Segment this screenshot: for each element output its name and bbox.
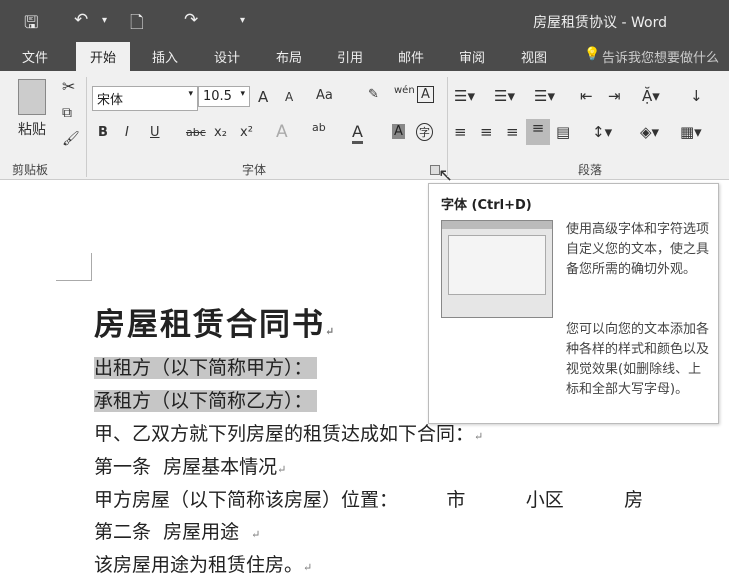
tab-layout[interactable]: 布局 [276, 47, 302, 66]
justify-icon[interactable]: ≡ [526, 119, 550, 145]
paragraph-group-label: 段落 [578, 163, 603, 177]
chinese-layout-icon[interactable]: Ặ▾ [642, 87, 660, 105]
format-painter-icon[interactable]: 🖌 [62, 131, 80, 147]
font-size-select[interactable]: 10.5 ▾ [198, 86, 250, 107]
highlight-color-button[interactable]: ab [312, 121, 326, 134]
clear-formatting-icon[interactable]: ✎ [368, 87, 379, 102]
decrease-indent-icon[interactable]: ⇤ [580, 87, 593, 105]
sort-icon[interactable]: ↓ [690, 87, 703, 105]
tab-file[interactable]: 文件 [22, 47, 48, 66]
superscript-button[interactable]: x² [240, 125, 253, 140]
undo-dropdown-icon[interactable]: ▾ [102, 15, 107, 26]
phonetic-guide-button[interactable]: wén [394, 85, 415, 96]
new-document-icon[interactable]: 🗋 [130, 10, 144, 39]
character-shading-button[interactable]: A [392, 124, 405, 139]
borders-icon[interactable]: ▦▾ [680, 123, 702, 141]
redo-icon[interactable]: ↷ [184, 10, 198, 30]
customize-toolbar-icon[interactable]: ▾ [240, 15, 245, 26]
change-case-button[interactable]: Aa [316, 88, 333, 103]
subscript-button[interactable]: x₂ [214, 125, 227, 140]
window-title: 房屋租赁协议 - Word [533, 15, 667, 31]
underline-button[interactable]: U [150, 125, 160, 140]
paste-button[interactable]: 粘贴 [18, 119, 46, 139]
tab-mailings[interactable]: 邮件 [398, 47, 424, 66]
numbering-icon[interactable]: ☰▾ [494, 87, 515, 105]
enclose-characters-button[interactable]: 字 [416, 123, 433, 141]
grow-font-button[interactable]: A [258, 88, 268, 106]
font-color-button[interactable]: A [352, 122, 363, 144]
character-border-button[interactable]: A [417, 86, 434, 103]
tab-design[interactable]: 设计 [214, 47, 240, 66]
align-right-icon[interactable]: ≡ [506, 123, 519, 141]
undo-icon[interactable]: ↶ [74, 10, 88, 30]
tab-review[interactable]: 审阅 [459, 47, 485, 66]
distributed-icon[interactable]: ▤ [556, 123, 570, 141]
doc-line: 第二条 房屋用途 ↵ [94, 521, 261, 543]
font-dialog-preview-image [441, 220, 553, 318]
doc-line: 甲、乙双方就下列房屋的租赁达成如下合同：↵ [94, 423, 484, 445]
bold-button[interactable]: B [98, 125, 108, 140]
font-tooltip: 字体 (Ctrl+D) 使用高级字体和字符选项自定义您的文本，使之具备您所需的确… [428, 183, 719, 424]
doc-line: 出租方（以下简称甲方）： [94, 353, 317, 380]
ribbon: 粘贴 ✂ ⧉ 🖌 剪贴板 宋体 ▾ 10.5 ▾ A A Aa ✎ wén A B … [0, 71, 729, 186]
tooltip-title: 字体 (Ctrl+D) [441, 198, 532, 213]
increase-indent-icon[interactable]: ⇥ [608, 87, 621, 105]
title-bar: 🖫 ↶ ▾ 🗋 ↷ ▾ 房屋租赁协议 - Word [0, 0, 729, 42]
tooltip-detail: 您可以向您的文本添加各种各样的样式和颜色以及视觉效果(如删除线、上标和全部大写字… [566, 322, 710, 397]
shrink-font-button[interactable]: A [285, 90, 293, 104]
line-spacing-icon[interactable]: ↕▾ [592, 123, 612, 141]
tab-home[interactable]: 开始 [76, 42, 131, 71]
font-name-value: 宋体 [97, 93, 124, 108]
clipboard-group-label: 剪贴板 [12, 163, 49, 177]
italic-button[interactable]: I [125, 125, 129, 140]
save-icon[interactable]: 🖫 [24, 10, 38, 39]
align-center-icon[interactable]: ≡ [480, 123, 493, 141]
font-name-select[interactable]: 宋体 ▾ [92, 86, 198, 111]
font-size-value: 10.5 [203, 89, 232, 104]
copy-icon[interactable]: ⧉ [62, 105, 72, 121]
tab-references[interactable]: 引用 [337, 47, 363, 66]
tooltip-description: 使用高级字体和字符选项自定义您的文本，使之具备您所需的确切外观。 [566, 222, 710, 277]
doc-line: 第一条 房屋基本情况↵ [94, 456, 287, 478]
lightbulb-icon: 💡 [584, 47, 601, 62]
font-group-label: 字体 [242, 163, 267, 177]
tell-me-input[interactable]: 告诉我您想要做什么 [602, 47, 719, 66]
ribbon-tabs: 文件 开始 插入 设计 布局 引用 邮件 审阅 视图 💡 告诉我您想要做什么 [0, 42, 729, 71]
text-effects-button[interactable]: A [276, 122, 288, 142]
shading-icon[interactable]: ◈▾ [640, 123, 659, 141]
cut-icon[interactable]: ✂ [62, 77, 75, 96]
doc-line: 承租方（以下简称乙方）： [94, 386, 317, 413]
document-title: 房屋租赁合同书↵ [94, 307, 337, 343]
align-left-icon[interactable]: ≡ [454, 123, 467, 141]
margin-marker [56, 253, 92, 281]
paste-icon[interactable] [18, 79, 46, 115]
strikethrough-button[interactable]: abc [186, 126, 206, 139]
doc-line: 甲方房屋（以下简称该房屋）位置： 市 小区 房 [94, 489, 644, 511]
tab-view[interactable]: 视图 [521, 47, 547, 66]
tab-insert[interactable]: 插入 [152, 47, 178, 66]
doc-line: 该房屋用途为租赁住房。↵ [94, 554, 313, 576]
multilevel-list-icon[interactable]: ☰▾ [534, 87, 555, 105]
bullets-icon[interactable]: ☰▾ [454, 87, 475, 105]
